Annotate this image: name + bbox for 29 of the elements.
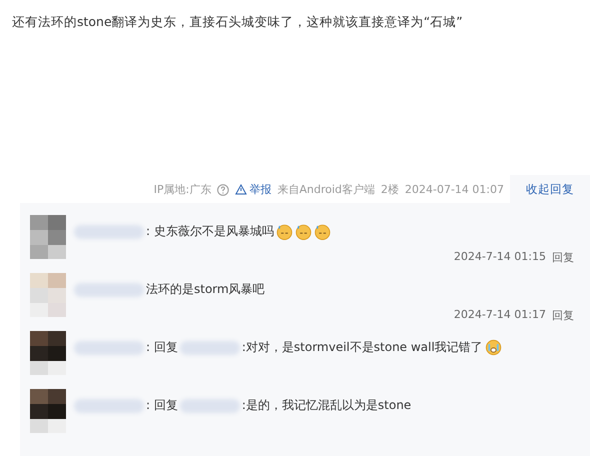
ip-location: IP属地:广东 [154,182,212,197]
post-text: 还有法环的stone翻译为史东，直接石头城变味了，这种就该直接意译为“石城” [11,13,464,31]
crying-emoji-icon [484,339,502,356]
post-time: 2024-07-14 01:07 [404,183,504,196]
blurred-username [74,340,144,354]
blurred-username [74,224,144,238]
sweat-emoji-icon [276,223,293,240]
reply-link[interactable]: 回复 [552,250,574,265]
comment-text: 法环的是storm风暴吧 [146,281,265,298]
warning-icon [235,184,248,195]
sweat-emoji-icon [314,223,331,240]
reply-prefix: : 回复 [146,339,178,356]
comment-time: 2024-7-14 01:15 [454,250,546,265]
floor-number: 2楼 [380,182,399,197]
collapse-replies-tab[interactable]: 收起回复 [510,175,590,204]
comment-text: : 史东薇尔不是风暴城吗 [146,223,274,240]
comment-text: :对对，是stormveil不是stone wall我记错了 [242,339,483,356]
reply-link[interactable]: 回复 [552,308,574,323]
comment-text: :是的，我记忆混乱以为是stone [242,397,412,414]
blurred-username [180,340,240,354]
blurred-username [74,398,144,412]
sweat-emoji-icon [294,223,312,240]
comment-time: 2024-7-14 01:17 [454,308,546,323]
source-label: 来自Android客户端 [277,182,375,197]
report-link[interactable]: 举报 [235,182,272,197]
blurred-username [180,398,240,412]
reply-prefix: : 回复 [146,397,178,414]
help-icon[interactable] [217,184,230,196]
blurred-username [74,282,144,296]
